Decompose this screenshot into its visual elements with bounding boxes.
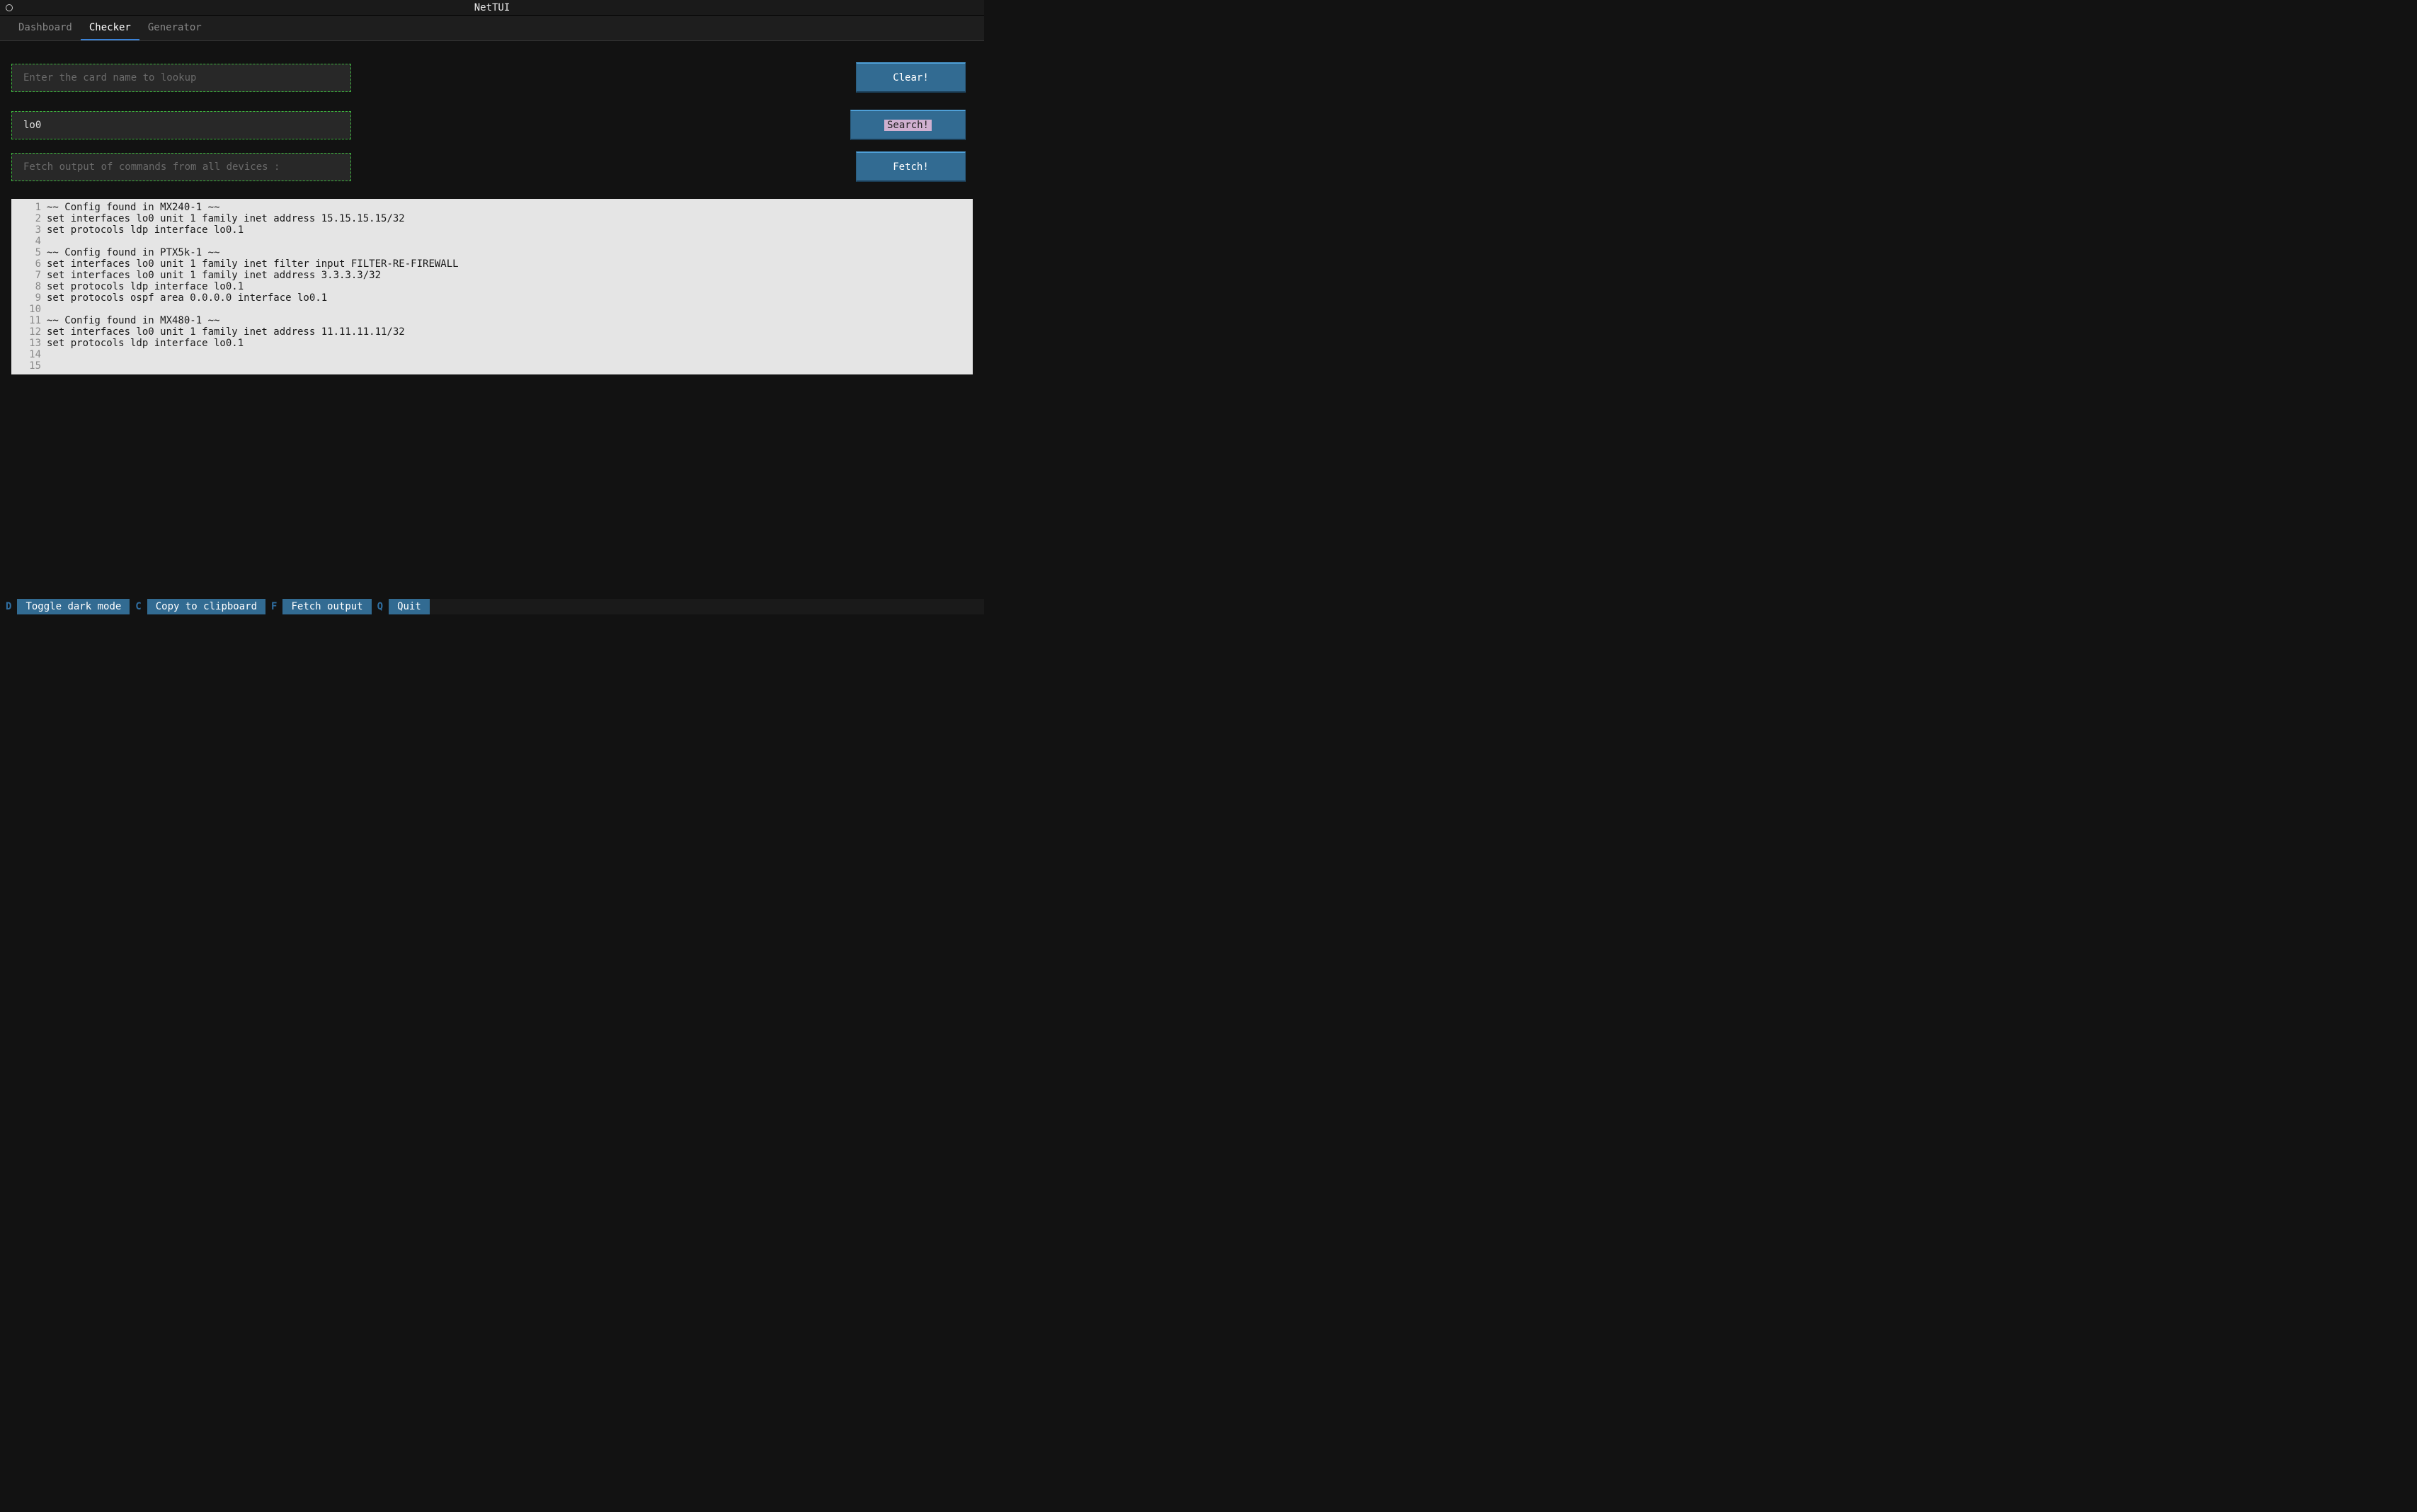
output-line: 5~~ Config found in PTX5k-1 ~~ xyxy=(11,247,973,258)
line-number: 13 xyxy=(11,338,47,349)
clear-button[interactable]: Clear! xyxy=(856,62,966,93)
tab-dashboard[interactable]: Dashboard xyxy=(10,16,81,40)
search-input-box[interactable] xyxy=(11,111,351,139)
search-button[interactable]: Search! xyxy=(850,110,966,140)
footer-label[interactable]: Quit xyxy=(389,599,430,614)
title-bar: NetTUI xyxy=(0,0,984,16)
line-text: set interfaces lo0 unit 1 family inet ad… xyxy=(47,213,973,224)
main-content: Clear! Search! Fetch output of commands … xyxy=(0,41,984,599)
fetch-button[interactable]: Fetch! xyxy=(856,151,966,182)
footer-key[interactable]: C xyxy=(130,599,147,614)
line-text: ~~ Config found in PTX5k-1 ~~ xyxy=(47,247,973,258)
line-number: 14 xyxy=(11,349,47,360)
line-number: 8 xyxy=(11,281,47,292)
fetch-button-label: Fetch! xyxy=(893,161,929,173)
footer-label[interactable]: Toggle dark mode xyxy=(17,599,130,614)
footer-label[interactable]: Fetch output xyxy=(282,599,371,614)
fetch-input-label: Fetch output of commands from all device… xyxy=(23,161,280,173)
line-number: 4 xyxy=(11,236,47,247)
output-line: 13set protocols ldp interface lo0.1 xyxy=(11,338,973,349)
line-text: set protocols ospf area 0.0.0.0 interfac… xyxy=(47,292,973,304)
output-line: 7set interfaces lo0 unit 1 family inet a… xyxy=(11,270,973,281)
line-number: 3 xyxy=(11,224,47,236)
window-circle-icon xyxy=(6,4,13,11)
output-line: 1~~ Config found in MX240-1 ~~ xyxy=(11,202,973,213)
output-line: 6set interfaces lo0 unit 1 family inet f… xyxy=(11,258,973,270)
footer-key[interactable]: Q xyxy=(372,599,389,614)
line-text: set protocols ldp interface lo0.1 xyxy=(47,281,973,292)
line-text xyxy=(47,236,973,247)
line-text: set interfaces lo0 unit 1 family inet ad… xyxy=(47,326,973,338)
clear-button-label: Clear! xyxy=(893,72,929,84)
output-line: 9set protocols ospf area 0.0.0.0 interfa… xyxy=(11,292,973,304)
footer-key[interactable]: D xyxy=(0,599,17,614)
line-number: 11 xyxy=(11,315,47,326)
footer-key[interactable]: F xyxy=(265,599,282,614)
app-title: NetTUI xyxy=(474,2,510,13)
line-text xyxy=(47,304,973,315)
line-number: 2 xyxy=(11,213,47,224)
line-number: 15 xyxy=(11,360,47,372)
line-number: 1 xyxy=(11,202,47,213)
row-card-lookup: Clear! xyxy=(11,62,973,93)
output-line: 15 xyxy=(11,360,973,372)
line-number: 12 xyxy=(11,326,47,338)
row-fetch: Fetch output of commands from all device… xyxy=(11,151,973,182)
spacer xyxy=(11,391,973,599)
line-text: set interfaces lo0 unit 1 family inet ad… xyxy=(47,270,973,281)
line-text: set protocols ldp interface lo0.1 xyxy=(47,338,973,349)
line-number: 10 xyxy=(11,304,47,315)
line-text: ~~ Config found in MX240-1 ~~ xyxy=(47,202,973,213)
output-line: 4 xyxy=(11,236,973,247)
output-line: 3set protocols ldp interface lo0.1 xyxy=(11,224,973,236)
line-text xyxy=(47,360,973,372)
line-number: 6 xyxy=(11,258,47,270)
line-text: set interfaces lo0 unit 1 family inet fi… xyxy=(47,258,973,270)
fetch-input-box[interactable]: Fetch output of commands from all device… xyxy=(11,153,351,181)
output-line: 2set interfaces lo0 unit 1 family inet a… xyxy=(11,213,973,224)
line-text: ~~ Config found in MX480-1 ~~ xyxy=(47,315,973,326)
card-lookup-input[interactable] xyxy=(23,72,339,84)
output-line: 11~~ Config found in MX480-1 ~~ xyxy=(11,315,973,326)
line-text: set protocols ldp interface lo0.1 xyxy=(47,224,973,236)
line-number: 7 xyxy=(11,270,47,281)
footer-bar: DToggle dark modeCCopy to clipboardFFetc… xyxy=(0,599,984,614)
tab-bar: Dashboard Checker Generator xyxy=(0,16,984,41)
footer-label[interactable]: Copy to clipboard xyxy=(147,599,265,614)
output-pane[interactable]: 1~~ Config found in MX240-1 ~~2set inter… xyxy=(11,199,973,374)
line-number: 9 xyxy=(11,292,47,304)
line-number: 5 xyxy=(11,247,47,258)
tab-generator[interactable]: Generator xyxy=(139,16,210,40)
line-text xyxy=(47,349,973,360)
search-input[interactable] xyxy=(23,120,339,131)
output-line: 12set interfaces lo0 unit 1 family inet … xyxy=(11,326,973,338)
output-line: 14 xyxy=(11,349,973,360)
card-lookup-input-box[interactable] xyxy=(11,64,351,92)
row-search: Search! xyxy=(11,110,973,140)
tab-checker[interactable]: Checker xyxy=(81,16,139,40)
output-line: 8set protocols ldp interface lo0.1 xyxy=(11,281,973,292)
search-button-label: Search! xyxy=(884,120,932,131)
output-line: 10 xyxy=(11,304,973,315)
